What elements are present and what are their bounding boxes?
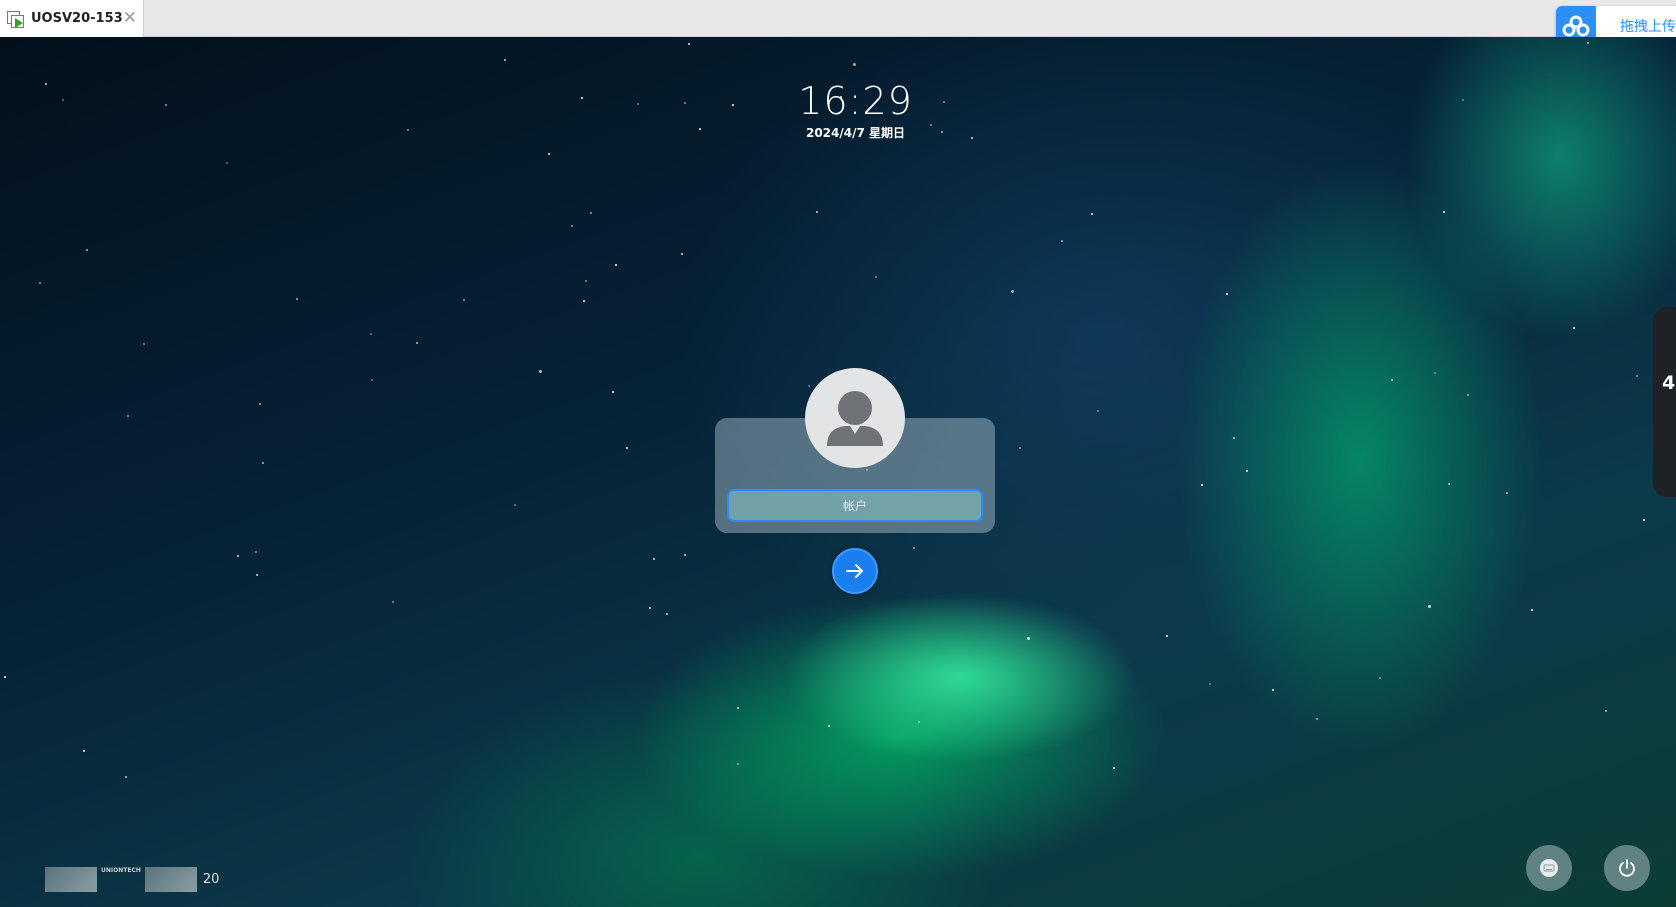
star: [1011, 290, 1014, 293]
star: [463, 299, 465, 301]
star: [416, 342, 418, 344]
star: [262, 462, 264, 464]
star: [255, 551, 257, 553]
star: [1531, 609, 1533, 611]
star: [1113, 767, 1115, 769]
star: [612, 391, 614, 393]
star: [853, 63, 856, 66]
star: [143, 343, 145, 345]
cloud-upload-label: 拖拽上传: [1620, 19, 1676, 35]
star: [548, 153, 550, 155]
keyboard-button[interactable]: [1526, 845, 1572, 891]
star: [1643, 519, 1645, 521]
star: [1467, 394, 1469, 396]
star: [615, 264, 617, 266]
star: [125, 776, 127, 778]
star: [256, 574, 258, 576]
logo-text: UNIONTECH: [101, 867, 141, 874]
star: [1061, 240, 1063, 242]
star: [1573, 327, 1575, 329]
star: [1587, 42, 1589, 44]
star: [1019, 447, 1021, 449]
star: [4, 676, 6, 678]
star: [259, 403, 261, 405]
user-avatar-icon[interactable]: [805, 368, 905, 468]
system-monitor-widget[interactable]: [1653, 307, 1676, 497]
star: [666, 613, 668, 615]
star: [39, 282, 41, 284]
star: [913, 547, 915, 549]
star: [684, 554, 686, 556]
monitor-value: 4: [1662, 372, 1676, 394]
clock-date: 2024/4/7 星期日: [805, 126, 906, 140]
tab-bar: UOSV20-153 ✕: [0, 0, 1676, 37]
star: [86, 249, 88, 251]
keyboard-icon: [1540, 859, 1558, 877]
star: [539, 370, 542, 373]
star: [737, 707, 739, 709]
star: [875, 276, 877, 278]
star: [1209, 683, 1211, 685]
star: [392, 601, 394, 603]
star: [626, 447, 628, 449]
star: [571, 225, 573, 227]
star: [127, 415, 129, 417]
star: [816, 211, 818, 213]
uniontech-logo: UNIONTECH 20: [45, 867, 219, 892]
close-icon[interactable]: ✕: [123, 8, 137, 28]
clock-time: 16:29: [798, 79, 913, 123]
star: [504, 59, 506, 61]
star: [688, 43, 690, 45]
star: [1506, 492, 1508, 494]
star: [1605, 710, 1607, 712]
star: [1448, 483, 1450, 485]
star: [1636, 375, 1638, 377]
star: [737, 763, 739, 765]
star: [1428, 605, 1431, 608]
star: [1233, 437, 1235, 439]
star: [1443, 211, 1445, 213]
star: [1379, 677, 1381, 679]
star: [296, 298, 298, 300]
star: [1434, 372, 1436, 374]
account-input[interactable]: [727, 489, 983, 522]
star: [514, 504, 516, 506]
star: [583, 300, 585, 302]
lock-screen: 16:29 2024/4/7 星期日 UNIONTECH 20: [0, 37, 1676, 907]
star: [371, 379, 373, 381]
star: [1272, 689, 1274, 691]
tab-title: UOSV20-153: [31, 11, 123, 26]
power-icon: [1619, 859, 1635, 877]
star: [649, 607, 651, 609]
login-submit-button[interactable]: [832, 548, 878, 594]
star: [585, 280, 587, 282]
star: [226, 162, 228, 164]
star: [590, 212, 592, 214]
star: [1391, 379, 1393, 381]
star: [653, 558, 655, 560]
star: [1246, 470, 1248, 472]
star: [918, 721, 920, 723]
power-button[interactable]: [1604, 845, 1650, 891]
version-number: 20: [202, 872, 220, 887]
star: [83, 750, 85, 752]
star: [808, 385, 810, 387]
star: [1316, 718, 1318, 720]
arrow-right-icon: [846, 564, 863, 578]
vm-play-icon: [6, 9, 26, 29]
star: [681, 253, 683, 255]
star: [1201, 484, 1203, 486]
star: [237, 555, 239, 557]
star: [370, 333, 372, 335]
star: [1226, 293, 1228, 295]
star: [1027, 637, 1030, 640]
star: [828, 725, 830, 727]
tab-uosv20-153[interactable]: UOSV20-153 ✕: [0, 0, 144, 37]
star: [1166, 635, 1168, 637]
star: [1097, 410, 1099, 412]
star: [1091, 213, 1093, 215]
